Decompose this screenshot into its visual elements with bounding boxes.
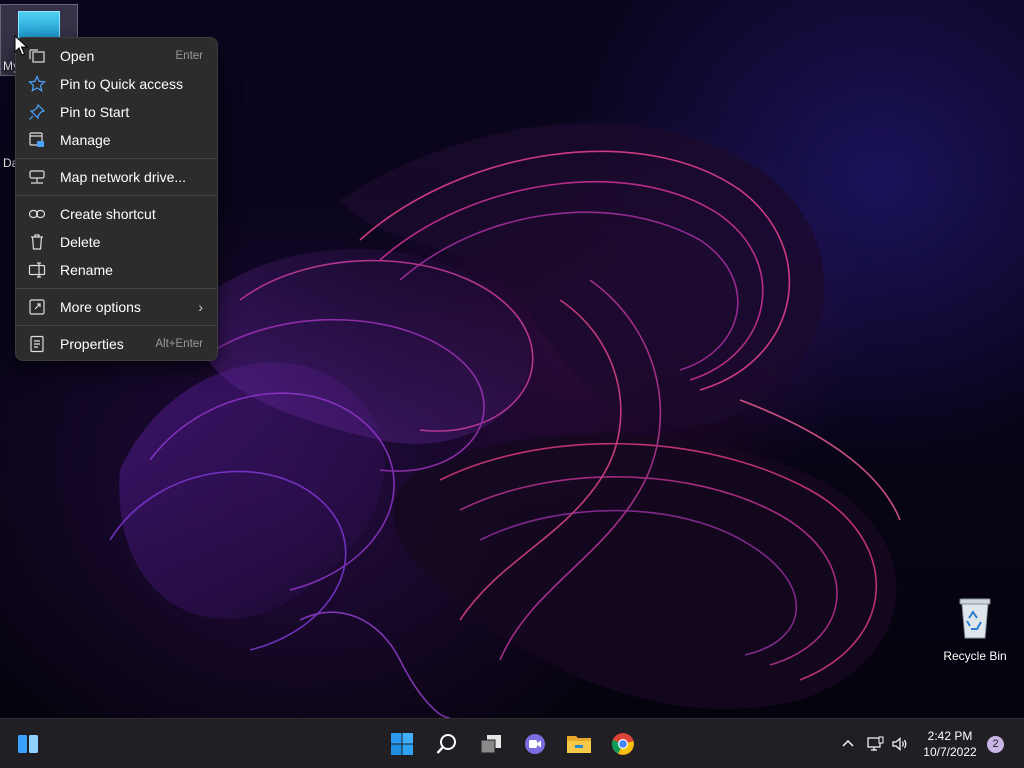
start-button[interactable] (385, 727, 419, 761)
pin-icon (28, 103, 46, 121)
menu-item-pin-quick-access[interactable]: Pin to Quick access (20, 70, 213, 98)
clock[interactable]: 2:42 PM 10/7/2022 (916, 728, 984, 760)
task-view-button[interactable] (474, 727, 508, 761)
context-menu: Open Enter Pin to Quick access Pin to St… (15, 37, 218, 361)
menu-separator (16, 195, 217, 196)
recycle-bin-desktop-icon[interactable]: Recycle Bin (937, 596, 1013, 663)
menu-item-open[interactable]: Open Enter (20, 42, 213, 70)
link-icon (28, 205, 46, 223)
search-icon (436, 734, 456, 754)
menu-item-label: Map network drive... (60, 169, 187, 185)
menu-item-label: Rename (60, 262, 113, 278)
clock-time: 2:42 PM (927, 729, 973, 743)
chat-button[interactable] (518, 727, 552, 761)
menu-item-properties[interactable]: Properties Alt+Enter (20, 330, 213, 358)
recycle-bin-label: Recycle Bin (943, 649, 1007, 663)
menu-item-shortcut: Alt+Enter (155, 338, 203, 350)
star-icon (28, 75, 46, 93)
more-options-icon (28, 298, 46, 316)
menu-item-label: Delete (60, 234, 101, 250)
chrome-icon (611, 733, 634, 755)
menu-item-pin-start[interactable]: Pin to Start (20, 98, 213, 126)
properties-icon (28, 335, 46, 353)
trash-icon (28, 233, 46, 251)
teams-chat-icon (525, 734, 545, 754)
mouse-cursor-icon (14, 35, 28, 56)
start-icon (391, 733, 413, 755)
task-view-icon (480, 735, 501, 754)
menu-item-label: Properties (60, 336, 124, 352)
notification-badge[interactable]: 2 (987, 736, 1004, 753)
widgets-icon (18, 735, 38, 753)
file-explorer-icon (567, 736, 591, 753)
menu-item-manage[interactable]: Manage (20, 126, 213, 154)
menu-item-shortcut: Enter (175, 50, 204, 62)
manage-icon (28, 131, 46, 149)
menu-separator (16, 325, 217, 326)
open-icon (28, 47, 46, 65)
network-icon[interactable] (866, 736, 884, 752)
chevron-up-icon[interactable] (840, 736, 856, 752)
clock-date: 10/7/2022 (923, 745, 977, 759)
file-explorer-button[interactable] (562, 727, 596, 761)
search-button[interactable] (430, 727, 464, 761)
menu-separator (16, 158, 217, 159)
menu-item-label: Open (60, 48, 95, 64)
menu-item-create-shortcut[interactable]: Create shortcut (20, 200, 213, 228)
recycle-bin-icon (959, 598, 991, 639)
menu-item-more-options[interactable]: More options › (20, 293, 213, 321)
menu-item-map-network-drive[interactable]: Map network drive... (20, 163, 213, 191)
menu-item-delete[interactable]: Delete (20, 228, 213, 256)
chrome-button[interactable] (606, 727, 640, 761)
widgets-button[interactable] (11, 727, 45, 761)
rename-icon (28, 261, 46, 279)
menu-item-label: Pin to Start (60, 104, 130, 120)
network-drive-icon (28, 168, 46, 186)
chevron-right-icon: › (198, 299, 203, 315)
menu-item-label: More options (60, 299, 141, 315)
menu-separator (16, 288, 217, 289)
menu-item-label: Create shortcut (60, 206, 156, 222)
menu-item-label: Manage (60, 132, 111, 148)
menu-item-label: Pin to Quick access (60, 76, 183, 92)
menu-item-rename[interactable]: Rename (20, 256, 213, 284)
taskbar: 2:42 PM 10/7/2022 2 (0, 718, 1024, 768)
volume-icon[interactable] (891, 736, 909, 752)
